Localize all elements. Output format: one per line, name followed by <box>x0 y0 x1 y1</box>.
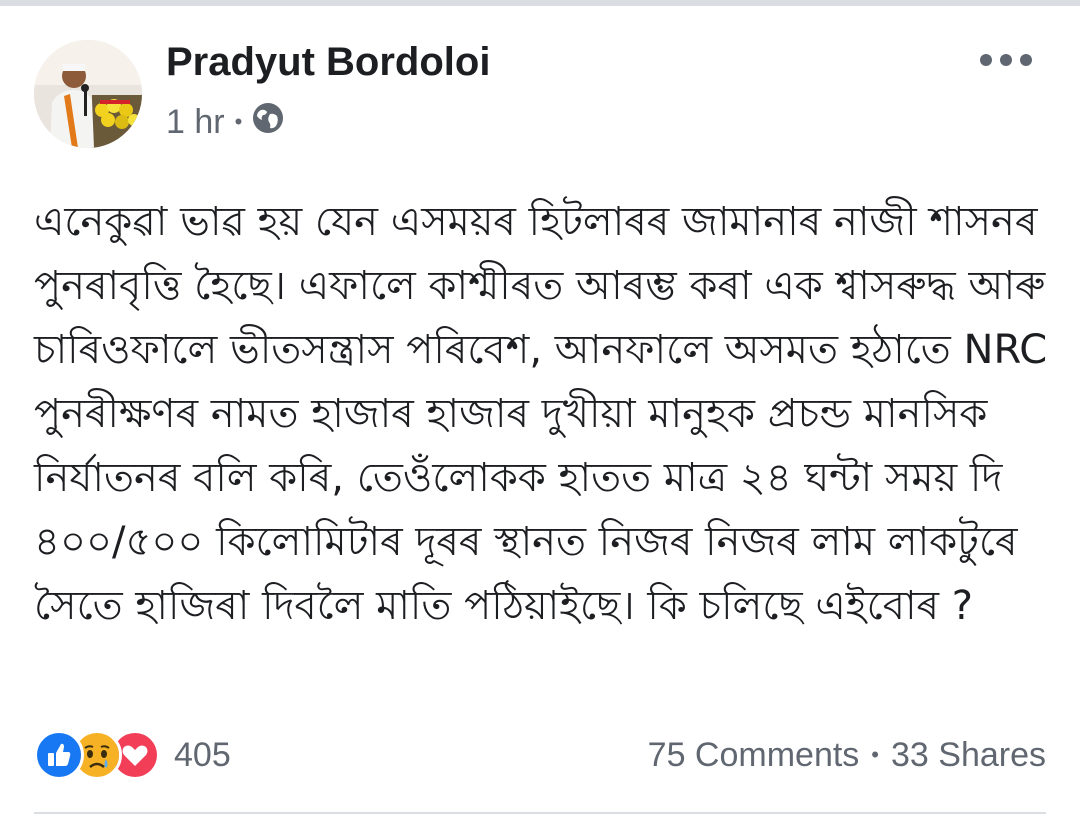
stats-separator: • <box>871 742 879 767</box>
more-options-icon[interactable] <box>980 46 1032 74</box>
avatar-photo <box>34 40 142 148</box>
like-icon <box>34 730 84 780</box>
post-timestamp[interactable]: 1 hr <box>166 103 225 142</box>
globe-icon[interactable] <box>252 102 284 143</box>
meta-separator: • <box>234 109 243 134</box>
engagement-stats: 75 Comments • 33 Shares <box>648 730 1046 780</box>
post-meta: 1 hr • <box>166 100 284 144</box>
shares-count-link[interactable]: 33 Shares <box>891 736 1046 775</box>
comments-count-link[interactable]: 75 Comments <box>648 736 860 775</box>
post-text: এনেকুৱা ভাৱ হয় যেন এসময়ৰ হিটলাৰৰ জামান… <box>34 199 1048 629</box>
reactions-summary[interactable]: 405 <box>34 730 231 780</box>
avatar[interactable] <box>34 40 142 148</box>
post-author-name[interactable]: Pradyut Bordoloi <box>166 40 490 85</box>
divider <box>34 812 1046 814</box>
top-separator-bar <box>0 0 1080 6</box>
reaction-count: 405 <box>174 735 231 774</box>
